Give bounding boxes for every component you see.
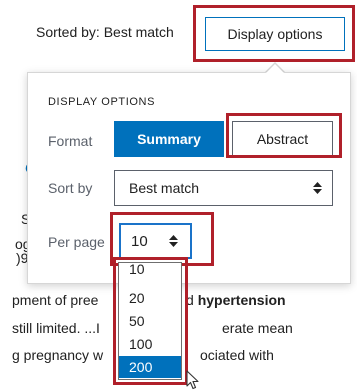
snippet-bold-term: hypertension <box>197 292 286 308</box>
sortby-label: Sort by <box>48 180 93 196</box>
mouse-cursor-icon <box>186 370 199 390</box>
snippet-line-1a: pment of pree <box>12 292 99 308</box>
snippet-line-2a: still limited. ...I <box>12 320 100 336</box>
snippet-line-1b: d hypertension <box>186 292 286 308</box>
highlight-box-abstract <box>226 113 342 158</box>
select-updown-icon <box>313 182 322 194</box>
format-summary-button[interactable]: Summary <box>114 121 224 157</box>
sorted-by-label: Sorted by: Best match <box>36 24 174 40</box>
panel-pointer-fill <box>266 64 284 73</box>
format-label: Format <box>48 133 93 149</box>
sortby-select[interactable]: Best match <box>114 170 333 206</box>
snippet-line-2b: erate mean <box>222 320 293 336</box>
highlight-box-display-options <box>193 5 355 62</box>
perpage-label: Per page <box>48 234 105 250</box>
snippet-line-3a: g pregnancy w <box>12 347 104 363</box>
sortby-value: Best match <box>129 180 200 196</box>
panel-heading: DISPLAY OPTIONS <box>48 96 156 108</box>
snippet-line-3b: ociated with <box>200 347 274 363</box>
highlight-box-dropdown <box>113 257 188 385</box>
